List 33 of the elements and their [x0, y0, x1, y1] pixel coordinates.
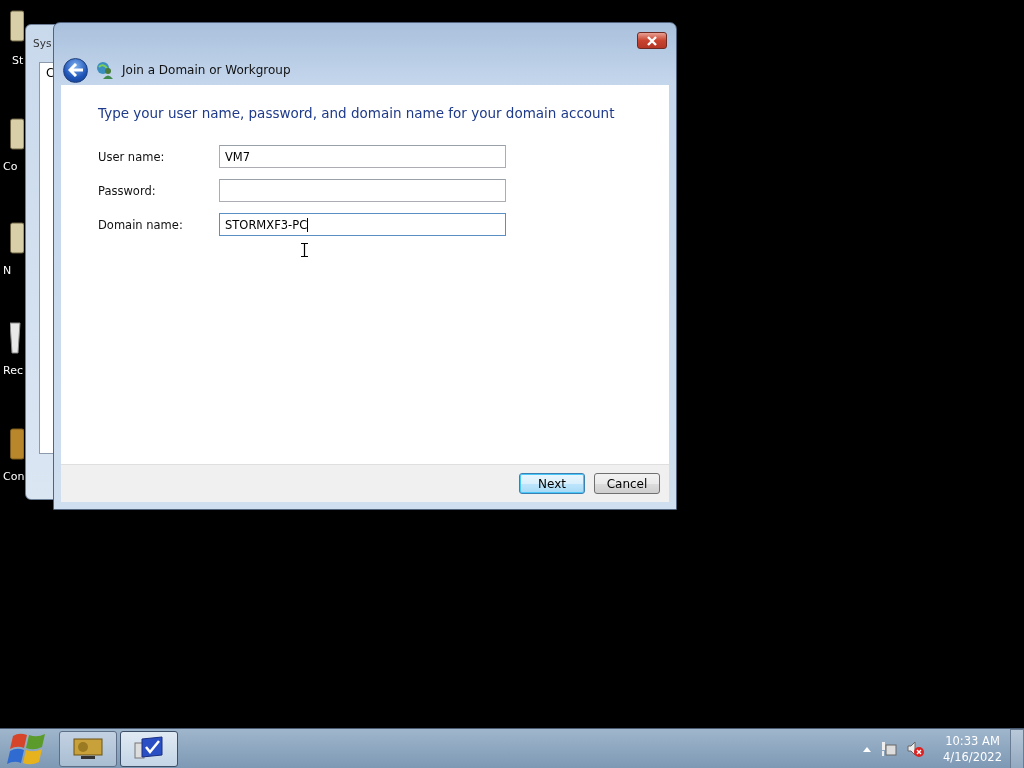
next-button[interactable]: Next — [519, 473, 585, 494]
close-button[interactable] — [637, 32, 667, 49]
taskbar-button[interactable] — [59, 731, 117, 767]
field-label: Domain name: — [98, 217, 184, 232]
icon-label: Rec — [2, 364, 23, 377]
panel-icon[interactable] — [10, 428, 24, 460]
icon-label: Con — [2, 470, 25, 483]
back-button[interactable] — [63, 57, 88, 83]
cancel-button[interactable]: Cancel — [594, 473, 660, 494]
network-icon[interactable] — [881, 741, 898, 757]
taskbar-button[interactable] — [120, 731, 178, 767]
muted-speaker-icon[interactable] — [907, 741, 926, 757]
input-field[interactable]: VM7 — [219, 145, 506, 168]
show-desktop-button[interactable] — [1010, 729, 1024, 768]
field-label: Password: — [98, 183, 157, 198]
folder-icon[interactable] — [10, 118, 24, 150]
monitor-icon — [73, 737, 103, 761]
network-users-icon — [96, 61, 114, 79]
folder-icon[interactable] — [10, 10, 24, 42]
close-icon — [645, 35, 659, 46]
text-cursor-icon — [301, 243, 308, 257]
input-field[interactable] — [219, 179, 506, 202]
input-field[interactable]: STORMXF3-PC — [219, 213, 506, 236]
icon-label: N — [2, 264, 12, 277]
page-heading: Type your user name, password, and domain name for your domain account — [98, 104, 615, 122]
back-arrow-icon — [67, 63, 84, 77]
computer-check-icon — [134, 736, 164, 762]
field-label: User name: — [98, 149, 166, 164]
icon-label: Co — [2, 160, 18, 173]
folder-icon[interactable] — [10, 222, 24, 254]
window-title: Sys — [33, 37, 52, 49]
icon-label: St — [11, 54, 24, 67]
window-title: Join a Domain or Workgroup — [122, 63, 291, 77]
